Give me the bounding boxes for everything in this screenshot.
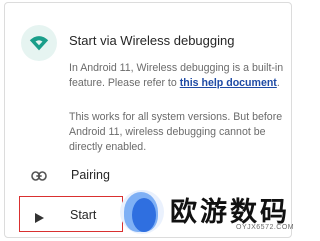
- watermark-url: OYJX6572.COM: [236, 224, 295, 231]
- pairing-button[interactable]: Pairing: [71, 168, 110, 182]
- wifi-icon: [21, 25, 57, 61]
- start-label: Start: [70, 208, 97, 222]
- android11-paragraph: In Android 11, Wireless debugging is a b…: [69, 61, 287, 91]
- start-button[interactable]: Start: [19, 196, 123, 232]
- brand-logo-icon: [120, 190, 164, 234]
- compatibility-paragraph: This works for all system versions. But …: [69, 111, 283, 153]
- play-icon: [35, 210, 44, 228]
- help-document-link[interactable]: this help document: [180, 77, 277, 89]
- card-title: Start via Wireless debugging: [69, 33, 235, 48]
- link-icon[interactable]: [31, 169, 47, 187]
- site-watermark: 欧游数码 OYJX6572.COM: [120, 186, 298, 238]
- paragraph-end: .: [276, 77, 280, 89]
